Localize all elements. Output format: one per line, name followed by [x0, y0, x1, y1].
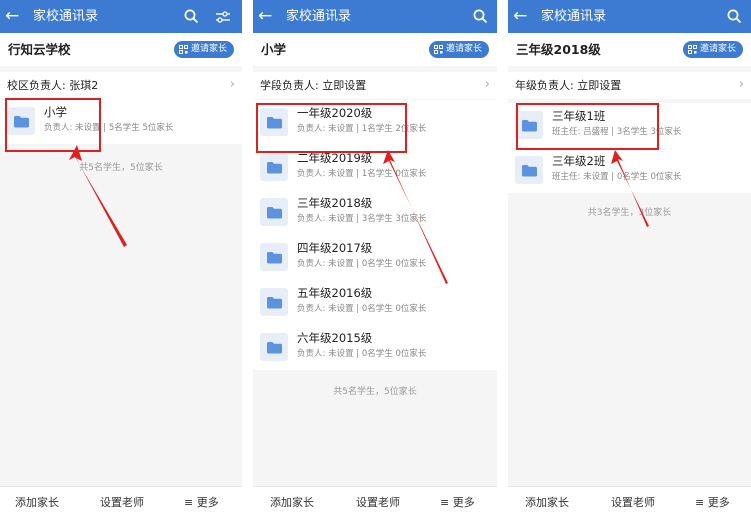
add-parent-button[interactable]: 添加家长 — [15, 495, 59, 511]
search-icon[interactable] — [723, 0, 745, 33]
invite-parents-button[interactable]: 邀请家长 — [173, 41, 234, 58]
app-header: ← 家校通讯录 — [508, 0, 751, 33]
page-title: 行知云学校 — [8, 42, 71, 57]
menu-icon: ≡ — [695, 496, 705, 509]
folder-icon — [260, 153, 288, 181]
bottom-bar: 添加家长 设置老师 ≡ 更多 — [508, 486, 751, 521]
back-arrow-icon[interactable]: ← — [5, 5, 19, 27]
subheader: 行知云学校 邀请家长 — [0, 33, 242, 66]
item-name: 四年级2017级 — [297, 241, 373, 255]
set-teacher-button[interactable]: 设置老师 — [611, 495, 655, 511]
invite-label: 邀请家长 — [699, 44, 736, 54]
chevron-right-icon: › — [738, 77, 744, 92]
menu-icon: ≡ — [440, 496, 450, 509]
back-arrow-icon[interactable]: ← — [513, 5, 527, 27]
set-teacher-button[interactable]: 设置老师 — [100, 495, 144, 511]
item-name: 二年级2019级 — [297, 151, 373, 165]
list-item[interactable]: 六年级2015级 负责人: 未设置 | 0名学生 0位家长 — [253, 325, 497, 370]
bottom-bar: 添加家长 设置老师 ≡ 更多 — [253, 486, 497, 521]
screen-stage: ← 家校通讯录 小学 邀请家长 学段负责人: 立即设置 › 一年级2020级 负… — [253, 0, 497, 521]
highlight-box — [5, 98, 101, 152]
qr-code-icon — [687, 45, 697, 54]
item-name: 三年级2018级 — [297, 196, 373, 210]
leader-label: 校区负责人: 张琪2 — [7, 79, 99, 92]
item-detail: 负责人: 未设置 | 0名学生 0位家长 — [297, 349, 427, 359]
screen-grade: ← 家校通讯录 三年级2018级 邀请家长 年级负责人: 立即设置 › 三年级1… — [508, 0, 751, 521]
invite-label: 邀请家长 — [445, 44, 482, 54]
folder-icon — [260, 243, 288, 271]
subheader: 小学 邀请家长 — [253, 33, 497, 66]
add-parent-button[interactable]: 添加家长 — [270, 495, 314, 511]
item-detail: 负责人: 未设置 | 1名学生 0位家长 — [297, 169, 427, 179]
list-item[interactable]: 三年级2018级 负责人: 未设置 | 3名学生 3位家长 — [253, 190, 497, 235]
filter-sliders-icon[interactable] — [212, 0, 234, 33]
list-item[interactable]: 四年级2017级 负责人: 未设置 | 0名学生 0位家长 — [253, 235, 497, 280]
menu-icon: ≡ — [184, 496, 194, 509]
page-title: 三年级2018级 — [516, 42, 601, 57]
more-button[interactable]: ≡ 更多 — [184, 495, 219, 511]
app-header: ← 家校通讯录 — [0, 0, 242, 33]
leader-row[interactable]: 学段负责人: 立即设置 › — [253, 72, 497, 99]
list-item[interactable]: 五年级2016级 负责人: 未设置 | 0名学生 0位家长 — [253, 280, 497, 325]
bottom-bar: 添加家长 设置老师 ≡ 更多 — [0, 486, 242, 521]
page-title: 小学 — [261, 42, 287, 57]
invite-parents-button[interactable]: 邀请家长 — [682, 41, 743, 58]
item-name: 三年级2班 — [552, 154, 606, 168]
folder-icon — [260, 333, 288, 361]
more-button[interactable]: ≡ 更多 — [440, 495, 475, 511]
set-teacher-button[interactable]: 设置老师 — [356, 495, 400, 511]
add-parent-button[interactable]: 添加家长 — [525, 495, 569, 511]
header-title: 家校通讯录 — [33, 9, 99, 24]
leader-row[interactable]: 年级负责人: 立即设置 › — [508, 72, 751, 99]
header-title: 家校通讯录 — [541, 9, 607, 24]
folder-icon — [260, 288, 288, 316]
list-item[interactable]: 三年级2班 班主任: 未设置 | 0名学生 0位家长 — [508, 148, 751, 193]
qr-code-icon — [433, 45, 443, 54]
more-label: 更多 — [196, 496, 219, 509]
item-name: 六年级2015级 — [297, 331, 373, 345]
summary-text: 共5名学生，5位家长 — [79, 163, 163, 173]
search-icon[interactable] — [469, 0, 491, 33]
item-detail: 负责人: 未设置 | 3名学生 3位家长 — [297, 214, 427, 224]
app-header: ← 家校通讯录 — [253, 0, 497, 33]
summary-text: 共3名学生，3位家长 — [587, 208, 672, 218]
search-icon[interactable] — [180, 0, 202, 33]
back-arrow-icon[interactable]: ← — [258, 5, 272, 27]
header-title: 家校通讯录 — [286, 9, 352, 24]
qr-code-icon — [178, 45, 188, 54]
leader-label: 年级负责人: 立即设置 — [515, 79, 622, 92]
item-detail: 负责人: 未设置 | 0名学生 0位家长 — [297, 304, 427, 314]
subheader: 三年级2018级 邀请家长 — [508, 33, 751, 66]
screen-school: ← 家校通讯录 行知云学校 邀请家长 校区负责人: 张琪2 › 小学 负责人: … — [0, 0, 242, 521]
item-detail: 负责人: 未设置 | 0名学生 0位家长 — [297, 259, 427, 269]
folder-icon — [260, 198, 288, 226]
invite-parents-button[interactable]: 邀请家长 — [428, 41, 489, 58]
leader-row[interactable]: 校区负责人: 张琪2 › — [0, 72, 242, 99]
leader-label: 学段负责人: 立即设置 — [260, 79, 367, 92]
chevron-right-icon: › — [229, 77, 235, 92]
invite-label: 邀请家长 — [190, 44, 227, 54]
item-detail: 班主任: 未设置 | 0名学生 0位家长 — [552, 172, 682, 182]
more-button[interactable]: ≡ 更多 — [695, 495, 730, 511]
chevron-right-icon: › — [484, 77, 490, 92]
item-name: 五年级2016级 — [297, 286, 373, 300]
folder-icon — [515, 156, 543, 184]
highlight-box — [256, 103, 407, 153]
more-label: 更多 — [452, 496, 475, 509]
summary-text: 共5名学生，5位家长 — [333, 387, 417, 397]
more-label: 更多 — [707, 496, 730, 509]
highlight-box — [516, 103, 659, 150]
